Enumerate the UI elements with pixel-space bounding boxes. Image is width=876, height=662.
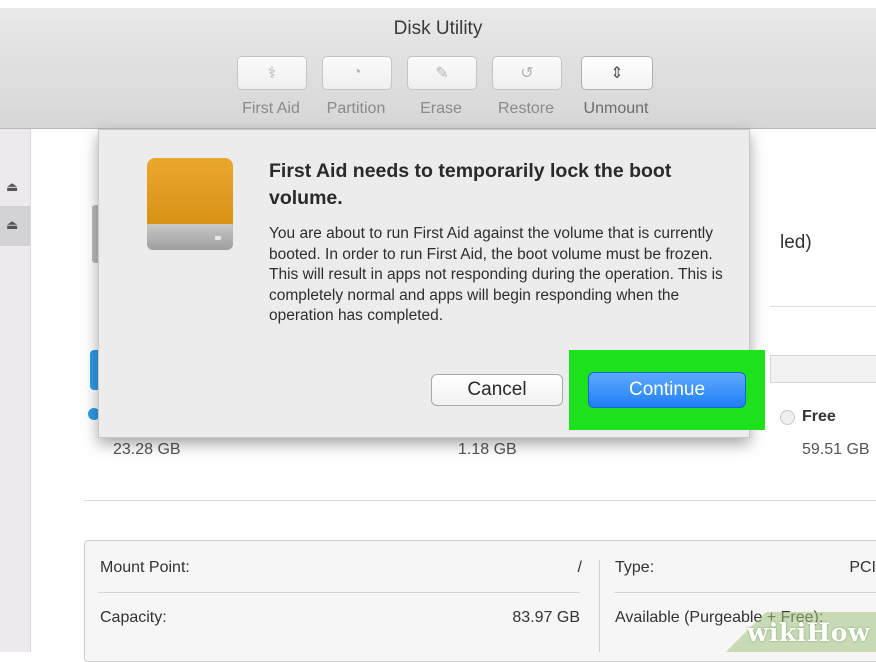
cancel-button[interactable]: Cancel — [431, 374, 563, 406]
volume-subtitle-partial: led) — [780, 232, 812, 253]
partition-button[interactable]: ◔ — [322, 56, 392, 90]
dialog-message: You are about to run First Aid against t… — [269, 225, 723, 325]
restore-icon: ↺ — [520, 65, 534, 82]
capacity-label: Capacity: — [100, 609, 167, 626]
restore-label: Restore — [497, 100, 555, 117]
info-row-divider — [98, 592, 580, 593]
free-legend-label: Free — [802, 408, 836, 425]
divider — [770, 306, 876, 307]
dialog-title: First Aid needs to temporarily lock the … — [269, 160, 672, 209]
window-title: Disk Utility — [393, 18, 483, 39]
type-value: PCI — [849, 559, 876, 576]
capacity-value: 83.97 GB — [512, 609, 580, 626]
mount-point-value: / — [577, 559, 582, 576]
info-row-divider — [614, 592, 876, 593]
mount-point-label: Mount Point: — [100, 559, 190, 576]
wikihow-logo: wikiHow — [746, 618, 870, 647]
unmount-label: Unmount — [583, 100, 649, 117]
toolbar: Disk Utility ⚕ First Aid ◔ Partition ✎ E… — [0, 8, 876, 129]
first-aid-button[interactable]: ⚕ — [237, 56, 307, 90]
stethoscope-icon: ⚕ — [267, 65, 277, 82]
restore-button[interactable]: ↺ — [492, 56, 562, 90]
type-label: Type: — [615, 559, 655, 576]
eject-icon[interactable]: ⏏ — [6, 217, 18, 233]
watermark: wikiHow — [700, 612, 876, 652]
eject-icon[interactable]: ⏏ — [6, 179, 18, 195]
unmount-icon: ⇕ — [610, 65, 624, 82]
other-size: 1.18 GB — [458, 441, 517, 458]
first-aid-label: First Aid — [242, 100, 300, 117]
drive-body — [147, 158, 233, 226]
partition-label: Partition — [326, 100, 386, 117]
drive-led — [215, 236, 221, 240]
drive-icon — [147, 158, 233, 254]
used-size: 23.28 GB — [113, 441, 181, 458]
sidebar: ⏏ ⏏ — [0, 129, 31, 652]
continue-button[interactable]: Continue — [588, 372, 746, 408]
erase-label: Erase — [420, 100, 462, 117]
usage-bar-free-segment — [770, 355, 876, 383]
info-column-divider — [599, 560, 600, 652]
unmount-button[interactable]: ⇕ — [581, 56, 653, 90]
free-legend-dot — [780, 410, 795, 425]
erase-button[interactable]: ✎ — [407, 56, 477, 90]
pie-chart-icon: ◔ — [352, 64, 362, 81]
free-size: 59.51 GB — [802, 441, 870, 458]
erase-icon: ✎ — [435, 65, 449, 82]
window-top-edge — [0, 0, 876, 8]
divider — [84, 500, 876, 501]
